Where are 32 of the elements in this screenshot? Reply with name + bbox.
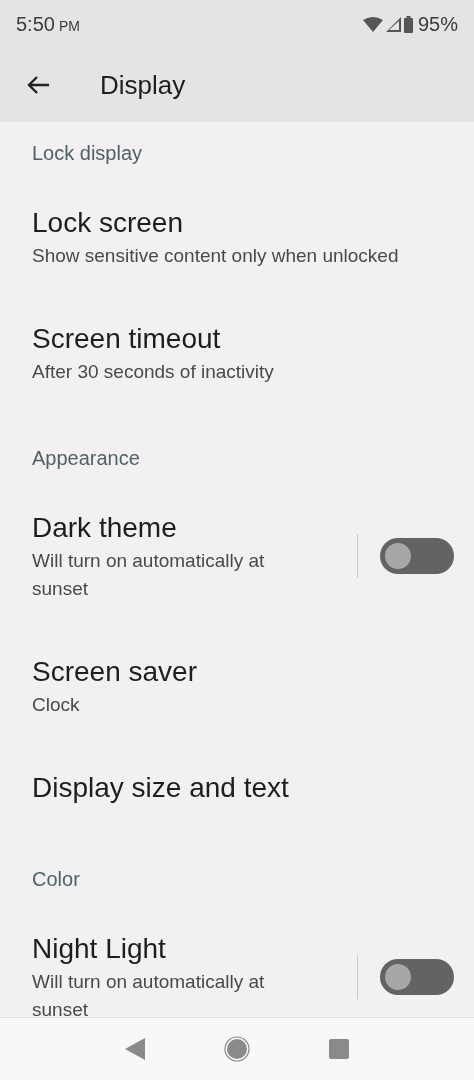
item-subtitle: Will turn on automatically at sunset (32, 549, 266, 601)
section-header: Color (32, 868, 80, 890)
item-title: Screen timeout (32, 322, 222, 356)
signal-icon (385, 16, 401, 32)
item-subtitle: Show sensitive content only when unlocked (32, 244, 400, 268)
item-title: Screen saver (32, 655, 198, 689)
battery-percent: 95% (417, 12, 458, 37)
back-nav-icon[interactable] (125, 1038, 146, 1060)
item-subtitle: After 30 seconds of inactivity (32, 360, 275, 384)
settings-item[interactable]: Lock screen Show sensitive content only when unlocked (0, 179, 474, 295)
item-title: Lock screen (32, 206, 184, 240)
recents-nav-icon[interactable] (328, 1039, 349, 1059)
item-subtitle: Clock (32, 693, 81, 717)
item-title: Night Light (32, 932, 167, 966)
battery-icon (403, 15, 413, 33)
item-subtitle: Will turn on automatically at sunset (32, 970, 266, 1017)
settings-item[interactable]: Screen timeout After 30 seconds of inactivity (0, 295, 474, 411)
settings-item[interactable]: Screen saver Clock (0, 628, 474, 744)
home-nav-icon[interactable] (224, 1036, 250, 1062)
settings-item[interactable]: Display size and text (0, 744, 474, 832)
status-am-pm: PM (58, 17, 80, 36)
page-title: Display (100, 68, 186, 102)
settings-item[interactable]: Night Light Will turn on automatically at sunset (0, 905, 474, 1017)
section-header: Lock display (32, 142, 143, 164)
section-header: Appearance (32, 447, 140, 469)
toggle-switch[interactable] (380, 959, 454, 995)
status-time: 5:50 (16, 12, 55, 37)
toggle-switch[interactable] (380, 538, 454, 574)
item-title: Dark theme (32, 511, 178, 545)
wifi-icon (362, 16, 383, 32)
settings-item[interactable]: Dark theme Will turn on automatically at sunset (0, 484, 474, 628)
item-title: Display size and text (32, 771, 290, 805)
